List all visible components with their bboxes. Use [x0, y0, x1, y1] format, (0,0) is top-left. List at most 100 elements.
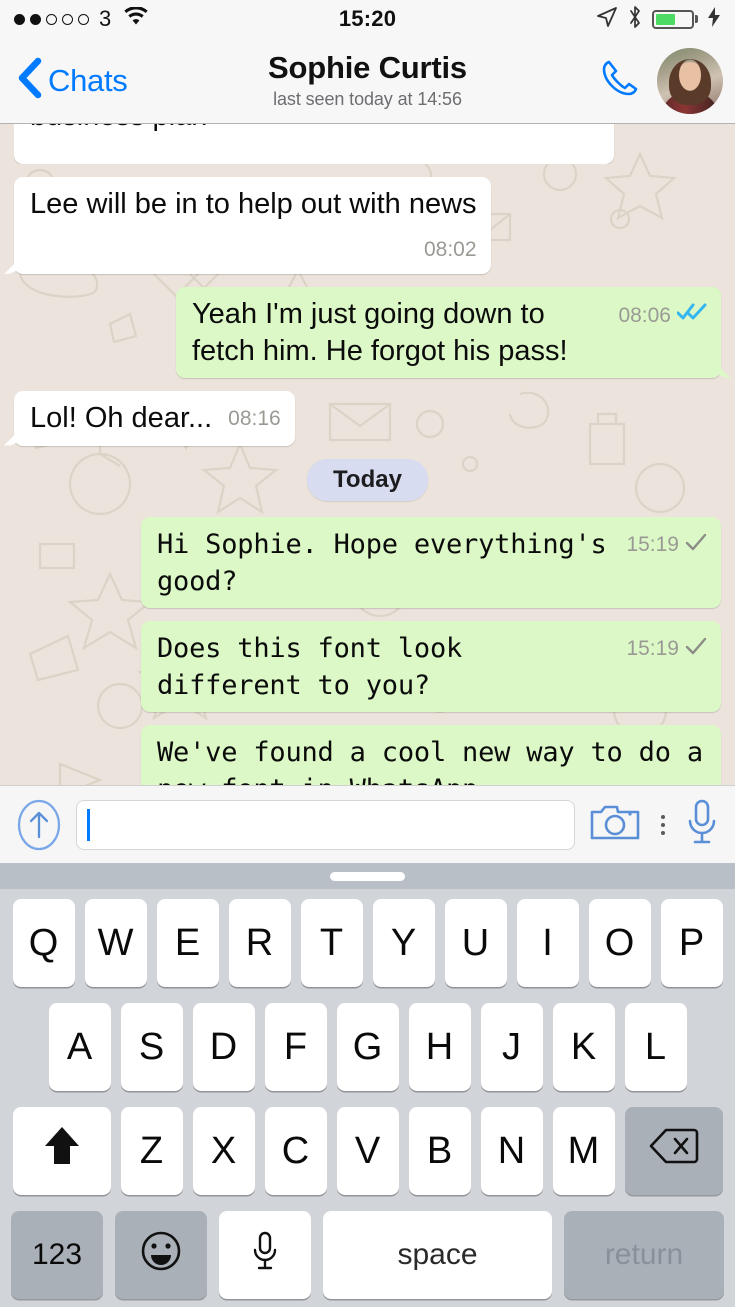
camera-icon[interactable] — [589, 801, 641, 848]
message-meta: 08:02 — [424, 237, 477, 264]
key-c[interactable]: C — [264, 1107, 327, 1195]
key-j[interactable]: J — [480, 1003, 543, 1091]
emoji-key[interactable] — [115, 1211, 207, 1299]
key-v[interactable]: V — [336, 1107, 399, 1195]
key-s[interactable]: S — [120, 1003, 183, 1091]
location-arrow-icon — [596, 6, 618, 33]
chat-message-list[interactable]: 08:01 business plan Lee will be in to he… — [0, 124, 735, 785]
text-cursor — [87, 808, 90, 841]
phone-screen: 3 15:20 Chats Sophie Curtis last seen to… — [0, 0, 735, 1307]
key-t[interactable]: T — [300, 899, 363, 987]
message-time: 15:19 — [626, 637, 679, 661]
message-meta: 15:19 — [626, 532, 707, 560]
key-o[interactable]: O — [588, 899, 651, 987]
key-y[interactable]: Y — [372, 899, 435, 987]
message-text: Lee will be in to help out with news — [30, 188, 477, 220]
sent-receipt-icon — [685, 636, 707, 664]
message-bubble-outgoing[interactable]: We've found a cool new way to do a new f… — [141, 724, 721, 785]
message-row: 08:06 Yeah I'm just going down to fetch … — [14, 287, 721, 379]
battery-indicator — [652, 9, 698, 29]
backspace-icon — [649, 1127, 699, 1175]
message-time: 15:19 — [626, 533, 679, 557]
message-time: 08:01 — [547, 124, 600, 131]
message-bubble-incoming[interactable]: 08:16 Lol! Oh dear... — [14, 391, 295, 446]
message-text: business plan — [30, 124, 207, 132]
message-bubble-clipped[interactable]: 08:01 business plan — [14, 124, 614, 164]
message-meta: 15:19 — [626, 636, 707, 664]
avatar[interactable] — [657, 47, 723, 114]
key-q[interactable]: Q — [12, 899, 75, 987]
message-bubble-outgoing[interactable]: 15:19 Hi Sophie. Hope everything's good? — [141, 516, 721, 608]
microphone-icon — [250, 1230, 280, 1280]
sent-receipt-icon — [685, 532, 707, 560]
key-i[interactable]: I — [516, 899, 579, 987]
read-receipt-icon — [676, 302, 707, 330]
numbers-key[interactable]: 123 — [11, 1211, 103, 1299]
day-divider: Today — [14, 458, 721, 501]
message-time: 08:06 — [618, 303, 671, 327]
status-bar-right — [596, 5, 721, 34]
phone-icon[interactable] — [597, 55, 643, 106]
message-text: We've found a cool new way to do a new f… — [157, 736, 703, 785]
message-input-bar — [0, 785, 735, 863]
message-bubble-outgoing[interactable]: 15:19 Does this font look different to y… — [141, 620, 721, 712]
key-h[interactable]: H — [408, 1003, 471, 1091]
message-row: 08:16 Lol! Oh dear... — [14, 391, 721, 446]
space-key[interactable]: space — [323, 1211, 552, 1299]
navigation-bar: Chats Sophie Curtis last seen today at 1… — [0, 38, 735, 124]
messages-container: 08:01 business plan Lee will be in to he… — [14, 124, 721, 785]
back-to-chats-button[interactable]: Chats — [12, 55, 128, 106]
keyboard-row-4: 123 space return — [5, 1211, 730, 1299]
key-n[interactable]: N — [480, 1107, 543, 1195]
clipped-message-row: 08:01 business plan — [14, 124, 721, 164]
navigation-actions — [597, 47, 723, 114]
key-r[interactable]: R — [228, 899, 291, 987]
message-meta: 08:16 — [228, 406, 281, 433]
share-up-arrow-icon[interactable] — [16, 799, 62, 851]
key-e[interactable]: E — [156, 899, 219, 987]
keyboard-row-1: Q W E R T Y U I O P — [5, 899, 730, 987]
key-b[interactable]: B — [408, 1107, 471, 1195]
dictation-key[interactable] — [219, 1211, 311, 1299]
day-divider-label: Today — [307, 458, 428, 501]
lightning-bolt-icon — [707, 6, 721, 33]
key-d[interactable]: D — [192, 1003, 255, 1091]
back-label: Chats — [48, 62, 128, 98]
key-m[interactable]: M — [552, 1107, 615, 1195]
message-time: 08:16 — [228, 407, 281, 431]
key-a[interactable]: A — [48, 1003, 111, 1091]
keyboard-drag-handle[interactable] — [0, 863, 735, 889]
status-bar: 3 15:20 — [0, 0, 735, 38]
message-text: Hi Sophie. Hope everything's good? — [157, 528, 607, 597]
backspace-key[interactable] — [624, 1107, 723, 1195]
message-row: 15:19 Does this font look different to y… — [14, 620, 721, 712]
return-key[interactable]: return — [564, 1211, 724, 1299]
key-u[interactable]: U — [444, 899, 507, 987]
message-text: Does this font look different to you? — [157, 632, 463, 701]
chevron-left-icon — [12, 55, 46, 106]
keyboard-row-2: A S D F G H J K L — [5, 1003, 730, 1091]
microphone-icon[interactable] — [685, 798, 719, 851]
message-row: We've found a cool new way to do a new f… — [14, 724, 721, 785]
message-text: Lol! Oh dear... — [30, 402, 213, 435]
emoji-smiley-icon — [140, 1230, 182, 1280]
key-p[interactable]: P — [660, 899, 723, 987]
key-l[interactable]: L — [624, 1003, 687, 1091]
more-vertical-icon[interactable] — [657, 814, 669, 835]
input-bar-actions — [589, 798, 719, 851]
shift-key[interactable] — [12, 1107, 111, 1195]
key-k[interactable]: K — [552, 1003, 615, 1091]
message-text: Yeah I'm just going down to fetch him. H… — [192, 298, 568, 368]
message-time: 08:02 — [423, 238, 477, 262]
key-z[interactable]: Z — [120, 1107, 183, 1195]
message-bubble-incoming[interactable]: Lee will be in to help out with news 08:… — [14, 177, 491, 275]
key-g[interactable]: G — [336, 1003, 399, 1091]
keyboard-row-3: Z X C V B N M — [5, 1107, 730, 1195]
key-f[interactable]: F — [264, 1003, 327, 1091]
key-w[interactable]: W — [84, 899, 147, 987]
message-bubble-outgoing[interactable]: 08:06 Yeah I'm just going down to fetch … — [176, 287, 721, 379]
message-input-field[interactable] — [76, 799, 575, 850]
message-row: Lee will be in to help out with news 08:… — [14, 177, 721, 275]
key-x[interactable]: X — [192, 1107, 255, 1195]
shift-arrow-icon — [41, 1124, 83, 1178]
